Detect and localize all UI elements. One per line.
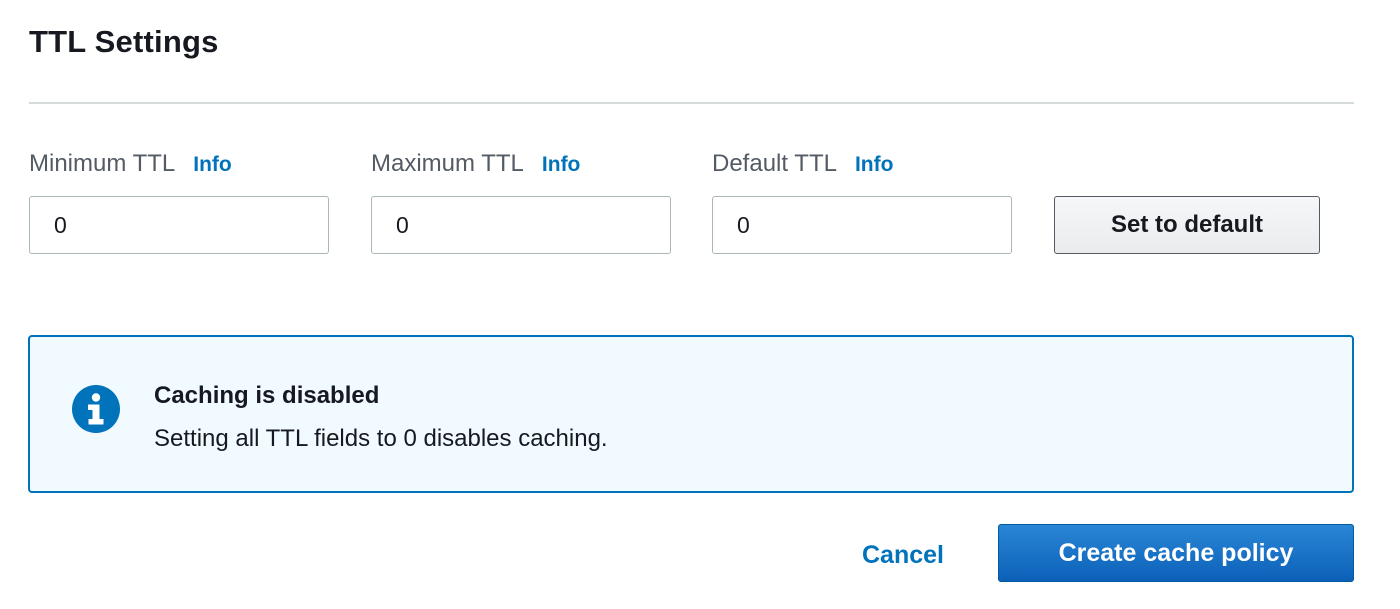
default-ttl-label: Default TTL (712, 150, 837, 177)
create-cache-policy-button[interactable]: Create cache policy (998, 524, 1354, 582)
minimum-ttl-label: Minimum TTL (29, 150, 176, 177)
minimum-ttl-input[interactable] (29, 196, 329, 254)
set-to-default-button[interactable]: Set to default (1054, 196, 1320, 254)
maximum-ttl-input[interactable] (371, 196, 671, 254)
maximum-ttl-label: Maximum TTL (371, 150, 524, 177)
maximum-ttl-field: Maximum TTL Info (371, 150, 671, 254)
minimum-ttl-info-link[interactable]: Info (193, 153, 231, 177)
cancel-button[interactable]: Cancel (846, 530, 960, 580)
info-icon (72, 385, 120, 433)
default-ttl-input[interactable] (712, 196, 1012, 254)
alert-message: Setting all TTL fields to 0 disables cac… (154, 425, 608, 452)
section-title: TTL Settings (29, 24, 219, 59)
section-divider (29, 102, 1354, 104)
minimum-ttl-label-row: Minimum TTL Info (29, 150, 232, 184)
alert-title: Caching is disabled (154, 382, 380, 409)
default-ttl-info-link[interactable]: Info (855, 153, 893, 177)
info-alert: Caching is disabled Setting all TTL fiel… (28, 335, 1354, 493)
default-ttl-field: Default TTL Info (712, 150, 1012, 254)
ttl-settings-panel: TTL Settings Minimum TTL Info Maximum TT… (0, 0, 1400, 609)
minimum-ttl-field: Minimum TTL Info (29, 150, 329, 254)
maximum-ttl-info-link[interactable]: Info (542, 153, 580, 177)
maximum-ttl-label-row: Maximum TTL Info (371, 150, 580, 184)
default-ttl-label-row: Default TTL Info (712, 150, 893, 184)
